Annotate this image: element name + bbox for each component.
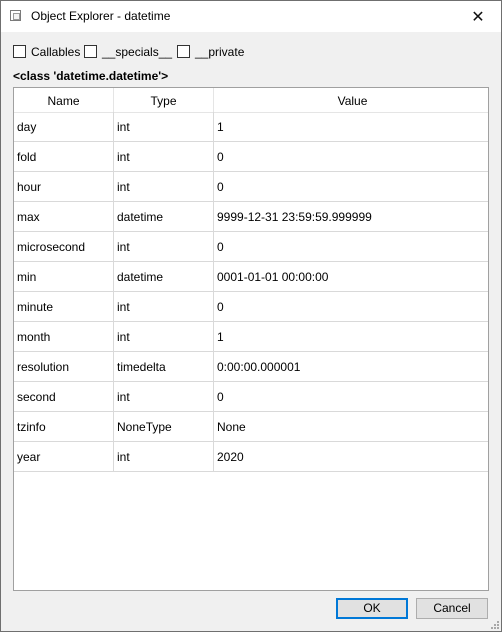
table-row[interactable]: day int 1 (14, 112, 488, 142)
object-explorer-dialog: Object Explorer - datetime ✕ Callables _… (0, 0, 502, 632)
cell-type: int (114, 442, 214, 472)
cell-value: 1 (214, 112, 488, 142)
attributes-table[interactable]: Name Type Value day int 1 fold int 0 hour int 0 m… (13, 87, 489, 591)
cell-value: 0:00:00.000001 (214, 352, 488, 382)
cell-type: datetime (114, 202, 214, 232)
cell-name: max (14, 202, 114, 232)
cell-value: 1 (214, 322, 488, 352)
cell-name: hour (14, 172, 114, 202)
cell-type: int (114, 142, 214, 172)
cell-name: microsecond (14, 232, 114, 262)
callables-label: Callables (31, 45, 81, 59)
private-checkbox[interactable] (177, 45, 190, 58)
cell-name: tzinfo (14, 412, 114, 442)
cell-value: 0 (214, 142, 488, 172)
cell-type: int (114, 322, 214, 352)
cell-value: 2020 (214, 442, 488, 472)
class-label: <class 'datetime.datetime'> (13, 69, 169, 83)
cell-value: None (214, 412, 488, 442)
table-row[interactable]: second int 0 (14, 382, 488, 412)
cell-type: int (114, 382, 214, 412)
cell-value: 0 (214, 292, 488, 322)
table-row[interactable]: tzinfo NoneType None (14, 412, 488, 442)
cell-value: 0 (214, 232, 488, 262)
cell-type: int (114, 172, 214, 202)
cell-value: 0 (214, 172, 488, 202)
cell-type: NoneType (114, 412, 214, 442)
header-value[interactable]: Value (214, 88, 488, 112)
cell-name: fold (14, 142, 114, 172)
table-header: Name Type Value (14, 88, 488, 113)
table-row[interactable]: month int 1 (14, 322, 488, 352)
cell-type: int (114, 112, 214, 142)
cell-name: second (14, 382, 114, 412)
cell-value: 0 (214, 382, 488, 412)
table-row[interactable]: max datetime 9999-12-31 23:59:59.999999 (14, 202, 488, 232)
resize-grip-icon[interactable] (489, 619, 499, 629)
close-icon[interactable]: ✕ (455, 1, 501, 32)
cell-value: 0001-01-01 00:00:00 (214, 262, 488, 292)
title-bar[interactable]: Object Explorer - datetime ✕ (1, 1, 501, 32)
specials-checkbox[interactable] (84, 45, 97, 58)
cell-name: minute (14, 292, 114, 322)
table-row[interactable]: microsecond int 0 (14, 232, 488, 262)
window-title: Object Explorer - datetime (31, 9, 171, 23)
cell-type: int (114, 292, 214, 322)
table-row[interactable]: minute int 0 (14, 292, 488, 322)
cell-name: year (14, 442, 114, 472)
table-row[interactable]: resolution timedelta 0:00:00.000001 (14, 352, 488, 382)
table-row[interactable]: year int 2020 (14, 442, 488, 472)
cancel-button[interactable]: Cancel (416, 598, 488, 619)
cell-type: datetime (114, 262, 214, 292)
cell-type: int (114, 232, 214, 262)
cell-name: min (14, 262, 114, 292)
app-window-icon (10, 10, 21, 21)
cell-type: timedelta (114, 352, 214, 382)
callables-checkbox[interactable] (13, 45, 26, 58)
specials-label: __specials__ (102, 45, 173, 59)
header-type[interactable]: Type (114, 88, 214, 112)
cell-value: 9999-12-31 23:59:59.999999 (214, 202, 488, 232)
table-row[interactable]: fold int 0 (14, 142, 488, 172)
header-name[interactable]: Name (14, 88, 114, 112)
cell-name: resolution (14, 352, 114, 382)
table-row[interactable]: min datetime 0001-01-01 00:00:00 (14, 262, 488, 292)
cell-name: day (14, 112, 114, 142)
cell-name: month (14, 322, 114, 352)
table-row[interactable]: hour int 0 (14, 172, 488, 202)
private-label: __private (195, 45, 245, 59)
ok-button[interactable]: OK (336, 598, 408, 619)
